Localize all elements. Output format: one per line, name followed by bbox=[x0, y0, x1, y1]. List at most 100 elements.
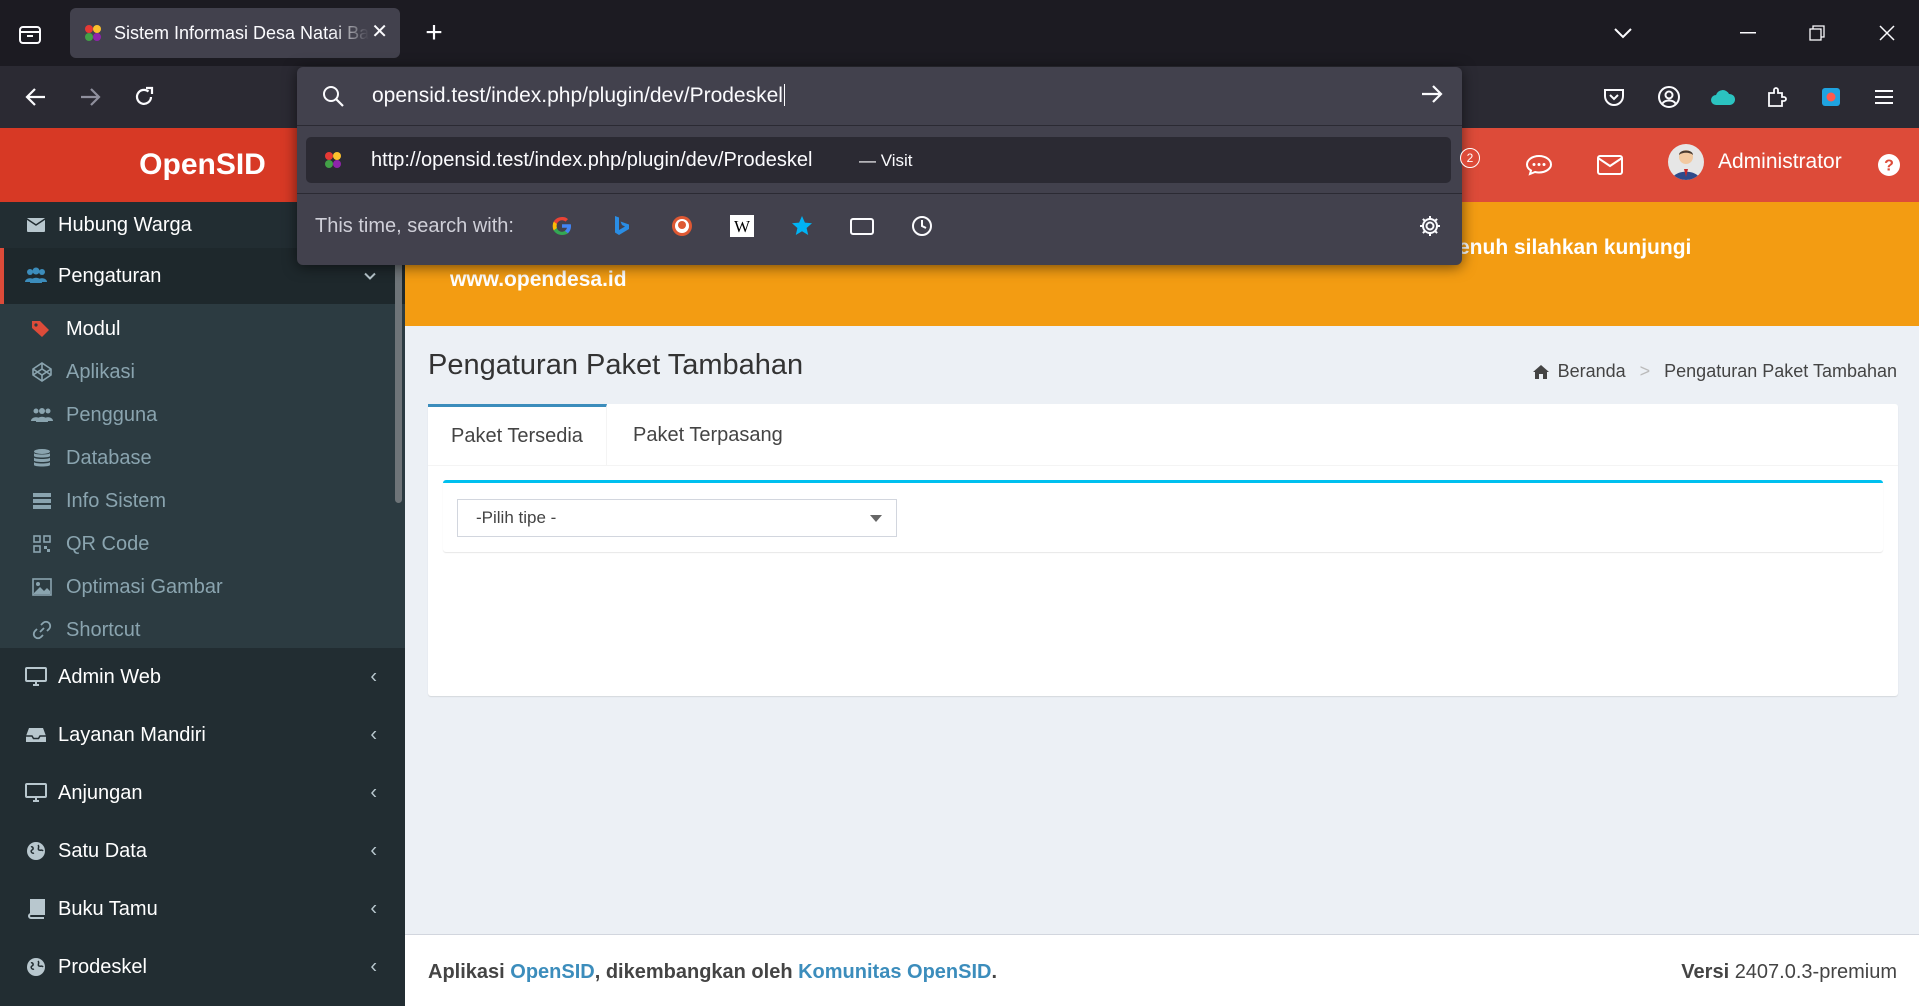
submenu-label: Modul bbox=[66, 317, 121, 340]
new-tab-button[interactable]: + bbox=[420, 18, 448, 48]
screenshot-extension-button[interactable] bbox=[1815, 81, 1847, 113]
sidebar-item-label: Anjungan bbox=[58, 781, 143, 804]
bing-engine-button[interactable] bbox=[607, 211, 637, 241]
breadcrumb: Beranda > Pengaturan Paket Tambahan bbox=[1532, 361, 1897, 382]
duckduckgo-engine-button[interactable] bbox=[667, 211, 697, 241]
submenu-item-info-sistem[interactable]: Info Sistem bbox=[0, 480, 405, 522]
wikipedia-engine-button[interactable]: W bbox=[727, 211, 757, 241]
go-arrow-icon[interactable] bbox=[1420, 83, 1444, 105]
tab-bar: Paket Tersedia Paket Terpasang bbox=[428, 404, 1898, 466]
messages-button[interactable] bbox=[1525, 150, 1553, 180]
account-icon bbox=[1658, 86, 1680, 108]
search-with-label: This time, search with: bbox=[315, 215, 514, 237]
submenu-item-shortcut[interactable]: Shortcut bbox=[0, 609, 405, 651]
chevron-left-icon: ‹ bbox=[370, 955, 377, 978]
sidebar-item-label: Layanan Mandiri bbox=[58, 723, 206, 746]
users-icon bbox=[30, 403, 54, 427]
back-button[interactable] bbox=[20, 81, 52, 113]
community-link[interactable]: Komunitas OpenSID bbox=[798, 961, 991, 983]
suggestion-url: http://opensid.test/index.php/plugin/dev… bbox=[371, 149, 813, 171]
svg-text:W: W bbox=[734, 217, 751, 236]
type-select[interactable]: -Pilih tipe - bbox=[457, 499, 897, 537]
sidebar-item-admin-web[interactable]: Admin Web ‹ bbox=[0, 648, 405, 706]
browser-titlebar: Sistem Informasi Desa Natai Baru ✕ + bbox=[0, 0, 1919, 66]
submenu-label: Database bbox=[66, 446, 152, 469]
sidebar-item-anjungan[interactable]: Anjungan ‹ bbox=[0, 764, 405, 822]
version-value: 2407.0.3-premium bbox=[1734, 961, 1897, 983]
puzzle-icon bbox=[1768, 87, 1787, 107]
submenu-item-pengguna[interactable]: Pengguna bbox=[0, 394, 405, 436]
user-menu[interactable]: Administrator bbox=[1668, 144, 1842, 180]
tab-paket-tersedia[interactable]: Paket Tersedia bbox=[428, 404, 607, 466]
filter-box: -Pilih tipe - bbox=[443, 480, 1883, 552]
page-title: Pengaturan Paket Tambahan bbox=[428, 349, 804, 381]
sidebar-scrollbar[interactable] bbox=[395, 248, 402, 503]
minimize-icon bbox=[1740, 32, 1756, 34]
opensid-link[interactable]: OpenSID bbox=[510, 961, 594, 983]
mail-button[interactable] bbox=[1596, 150, 1624, 180]
search-settings-button[interactable] bbox=[1415, 211, 1445, 241]
submenu-item-aplikasi[interactable]: Aplikasi bbox=[0, 351, 405, 393]
submenu-label: Shortcut bbox=[66, 618, 141, 641]
tabs-engine-button[interactable] bbox=[847, 211, 877, 241]
chevron-left-icon: ‹ bbox=[370, 723, 377, 746]
caret-down-icon bbox=[870, 515, 882, 522]
cloud-icon bbox=[1711, 90, 1736, 105]
tab-list-button[interactable] bbox=[14, 20, 46, 48]
help-button[interactable]: ? bbox=[1877, 150, 1901, 180]
submenu-item-optimasi-gambar[interactable]: Optimasi Gambar bbox=[0, 566, 405, 608]
browser-tab[interactable]: Sistem Informasi Desa Natai Baru ✕ bbox=[70, 8, 400, 58]
pengaturan-submenu: Modul Aplikasi Pengguna Database Info Si… bbox=[0, 304, 405, 648]
close-window-button[interactable] bbox=[1872, 18, 1902, 48]
submenu-label: QR Code bbox=[66, 532, 150, 555]
breadcrumb-home[interactable]: Beranda bbox=[1558, 361, 1626, 382]
list-all-tabs-button[interactable] bbox=[1608, 18, 1638, 48]
google-engine-button[interactable] bbox=[547, 211, 577, 241]
url-suggestion-row[interactable]: http://opensid.test/index.php/plugin/dev… bbox=[306, 137, 1451, 183]
submenu-item-modul[interactable]: Modul bbox=[0, 308, 405, 350]
desktop-icon bbox=[24, 665, 48, 689]
avatar bbox=[1668, 144, 1704, 180]
breadcrumb-current: Pengaturan Paket Tambahan bbox=[1664, 361, 1897, 381]
submenu-item-qr-code[interactable]: QR Code bbox=[0, 523, 405, 565]
submenu-label: Info Sistem bbox=[66, 489, 167, 512]
image-icon bbox=[30, 575, 54, 599]
question-circle-icon: ? bbox=[1878, 154, 1900, 176]
pocket-button[interactable] bbox=[1598, 81, 1630, 113]
cloud-extension-button[interactable] bbox=[1707, 81, 1739, 113]
url-input[interactable]: opensid.test/index.php/plugin/dev/Prodes… bbox=[372, 84, 785, 108]
chevron-down-icon bbox=[363, 265, 377, 288]
sidebar-item-buku-tamu[interactable]: Buku Tamu ‹ bbox=[0, 880, 405, 938]
menu-button[interactable] bbox=[1868, 81, 1900, 113]
search-icon bbox=[323, 86, 344, 107]
chevron-left-icon: ‹ bbox=[370, 665, 377, 688]
history-icon bbox=[912, 216, 932, 236]
account-button[interactable] bbox=[1653, 81, 1685, 113]
gear-icon bbox=[1420, 216, 1440, 236]
tab-title: Sistem Informasi Desa Natai Baru bbox=[114, 22, 369, 43]
submenu-item-database[interactable]: Database bbox=[0, 437, 405, 479]
tab-close-icon[interactable]: ✕ bbox=[371, 22, 388, 42]
forward-button[interactable] bbox=[74, 81, 106, 113]
qrcode-icon bbox=[30, 532, 54, 556]
link-icon bbox=[30, 618, 54, 642]
sidebar-item-prodeskel[interactable]: Prodeskel ‹ bbox=[0, 938, 405, 996]
restore-button[interactable] bbox=[1802, 18, 1832, 48]
notification-badge: 2 bbox=[1460, 148, 1480, 168]
sidebar-item-satu-data[interactable]: Satu Data ‹ bbox=[0, 822, 405, 880]
history-engine-button[interactable] bbox=[907, 211, 937, 241]
extensions-button[interactable] bbox=[1761, 81, 1793, 113]
sidebar-item-label: Buku Tamu bbox=[58, 897, 158, 920]
tab-paket-terpasang[interactable]: Paket Terpasang bbox=[610, 404, 806, 466]
reload-button[interactable] bbox=[128, 81, 160, 113]
server-icon bbox=[30, 489, 54, 513]
urlbar[interactable]: opensid.test/index.php/plugin/dev/Prodes… bbox=[297, 67, 1462, 125]
arrow-left-icon bbox=[25, 88, 45, 106]
alert-link[interactable]: www.opendesa.id bbox=[450, 268, 627, 292]
sidebar-item-layanan-mandiri[interactable]: Layanan Mandiri ‹ bbox=[0, 706, 405, 764]
bookmarks-engine-button[interactable] bbox=[787, 211, 817, 241]
minimize-button[interactable] bbox=[1733, 18, 1763, 48]
suggestion-action: — Visit bbox=[859, 151, 913, 170]
divider bbox=[297, 125, 1462, 126]
sidebar-item-label: Pengaturan bbox=[58, 264, 162, 287]
